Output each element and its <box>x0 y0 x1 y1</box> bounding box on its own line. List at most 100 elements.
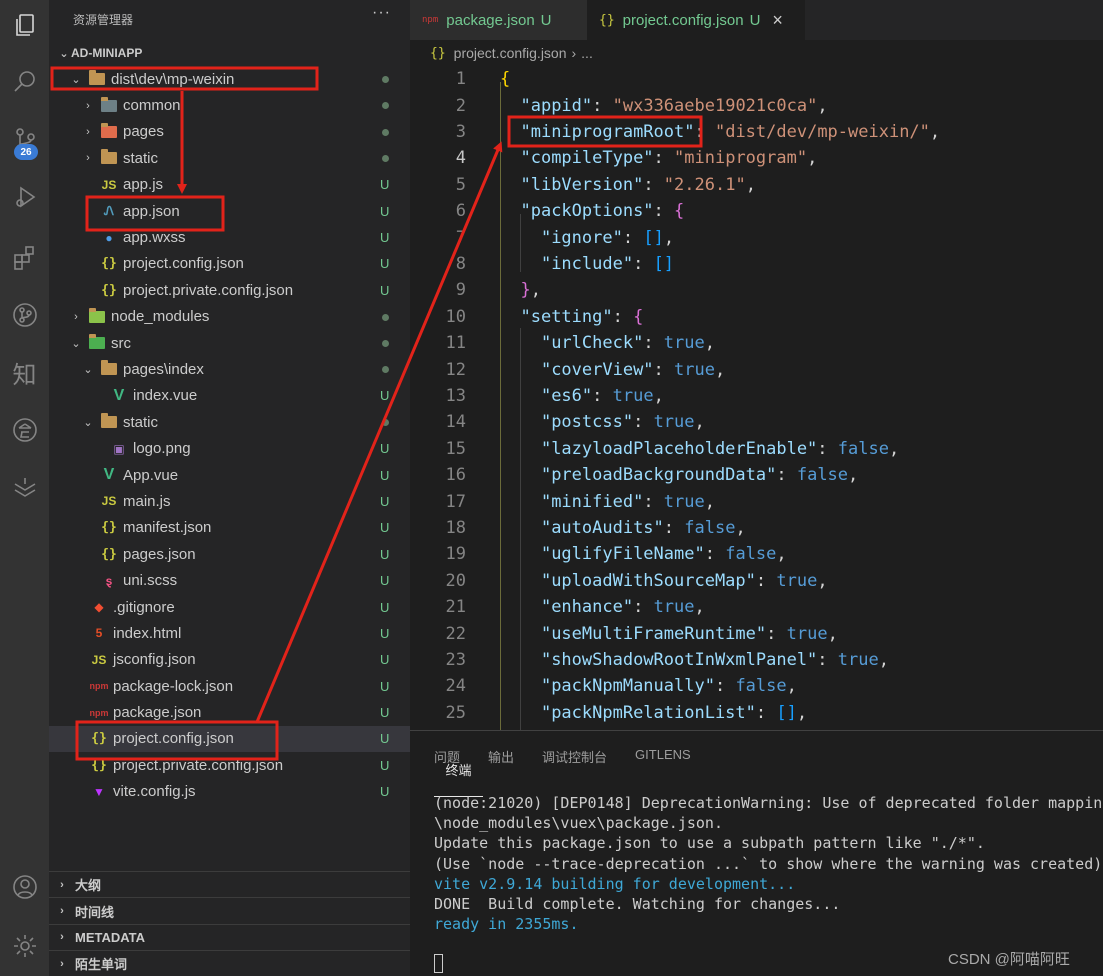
folder-node-icon <box>87 307 107 325</box>
tab-project-config-json[interactable]: {} project.config.json U × <box>587 0 805 40</box>
tree-item-static[interactable]: › static <box>49 145 410 171</box>
code-line[interactable]: 3 "miniprogramRoot": "dist/dev/mp-weixin… <box>410 119 1103 145</box>
code-line[interactable]: 1{ <box>410 66 1103 92</box>
code-line[interactable]: 25 "packNpmRelationList": [], <box>410 700 1103 726</box>
tab-package-json[interactable]: npm package.json U <box>410 0 587 40</box>
code-token: : <box>643 491 664 512</box>
close-icon[interactable]: × <box>772 10 783 31</box>
code-line[interactable]: 20 "uploadWithSourceMap": true, <box>410 568 1103 594</box>
tree-item-app-json[interactable]: Ꮑapp.json U <box>49 198 410 224</box>
panel-unfamiliar-words[interactable]: › 陌生单词 <box>49 950 410 976</box>
tree-item-src[interactable]: ⌄ src <box>49 330 410 356</box>
code-token: "setting" <box>520 306 613 327</box>
panel-tab[interactable]: 输出 <box>488 747 514 770</box>
code-text: "ignore": [], <box>500 228 674 248</box>
tree-item-gitignore[interactable]: ◆ .gitignore U <box>49 594 410 620</box>
panel-tab[interactable]: 调试控制台 <box>542 747 607 770</box>
tree-item-app-js[interactable]: JS app.js U <box>49 172 410 198</box>
code-token: true <box>837 649 879 670</box>
tree-item-static-src[interactable]: ⌄ static <box>49 409 410 435</box>
zhi-icon[interactable]: 知 <box>0 347 49 397</box>
code-line[interactable]: 2 "appid": "wx336aebe19021c0ca", <box>410 92 1103 118</box>
code-line[interactable]: 12 "coverView": true, <box>410 356 1103 382</box>
code-line[interactable]: 5 "libVersion": "2.26.1", <box>410 172 1103 198</box>
tree-item-manifest-json[interactable]: {} manifest.json U <box>49 515 410 541</box>
extensions-icon[interactable] <box>0 232 49 282</box>
code-line[interactable]: 15 "lazyloadPlaceholderEnable": false, <box>410 436 1103 462</box>
code-token: : <box>633 412 654 433</box>
line-number: 12 <box>445 359 466 380</box>
code-text: { <box>500 69 510 89</box>
tree-item-project-private-config-json[interactable]: {} project.private.config.json U <box>49 277 410 303</box>
tree-item-index-html[interactable]: 5 index.html U <box>49 620 410 646</box>
tree-item-project-config-json[interactable]: {} project.config.json U <box>49 251 410 277</box>
code-text: "preloadBackgroundData": false, <box>500 465 858 485</box>
code-line[interactable]: 8 "include": [] <box>410 251 1103 277</box>
tree-item-pages[interactable]: › pages <box>49 119 410 145</box>
code-line[interactable]: 4 "compileType": "miniprogram", <box>410 145 1103 171</box>
tree-item-project-private-config-json-root[interactable]: {} project.private.config.json U <box>49 752 410 778</box>
tree-item-package-json[interactable]: npm package.json U <box>49 699 410 725</box>
tree-item-index-vue[interactable]: Vindex.vue U <box>49 383 410 409</box>
hui-icon[interactable] <box>0 405 49 455</box>
tree-item-common[interactable]: › common <box>49 92 410 118</box>
code-line[interactable]: 16 "preloadBackgroundData": false, <box>410 462 1103 488</box>
tree-item-project-config-json-root[interactable]: {} project.config.json U <box>49 725 410 753</box>
tree-item-main-js[interactable]: JS main.js U <box>49 488 410 514</box>
terminal-line: DONE Build complete. Watching for change… <box>434 895 841 914</box>
search-icon[interactable] <box>0 57 49 107</box>
tree-item-package-lock-json[interactable]: npm package-lock.json U <box>49 673 410 699</box>
code-line[interactable]: 23 "showShadowRootInWxmlPanel": true, <box>410 647 1103 673</box>
breadcrumb-more[interactable]: ... <box>581 45 593 61</box>
explorer-icon[interactable] <box>0 0 49 50</box>
layers-icon[interactable] <box>0 462 49 512</box>
terminal-output[interactable]: (node:21020) [DEP0148] DeprecationWarnin… <box>434 793 1103 934</box>
workspace-root[interactable]: ⌄ AD-MINIAPP <box>49 44 142 62</box>
code-text: "include": [] <box>500 254 674 274</box>
code-token: , <box>735 517 746 538</box>
tree-item-logo-png[interactable]: ▣ logo.png U <box>49 435 410 461</box>
panel-timeline[interactable]: › 时间线 <box>49 897 410 923</box>
code-editor[interactable]: 1{2 "appid": "wx336aebe19021c0ca", 3 "min… <box>410 66 1103 730</box>
line-number: 1 <box>455 69 466 90</box>
line-number: 3 <box>455 121 466 142</box>
panel-outline[interactable]: › 大纲 <box>49 871 410 897</box>
code-line[interactable]: 9 }, <box>410 277 1103 303</box>
tree-item-node-modules[interactable]: › node_modules <box>49 304 410 330</box>
line-number: 17 <box>445 491 466 512</box>
tree-item-dist-mp-weixin[interactable]: ⌄ dist\dev\mp-weixin <box>49 66 410 92</box>
code-line[interactable]: 24 "packNpmManually": false, <box>410 673 1103 699</box>
tree-item-jsconfig-json[interactable]: JS jsconfig.json U <box>49 647 410 673</box>
code-line[interactable]: 22 "useMultiFrameRuntime": true, <box>410 620 1103 646</box>
settings-gear-icon[interactable] <box>0 921 49 971</box>
run-debug-icon[interactable] <box>0 172 49 222</box>
code-line[interactable]: 19 "uglifyFileName": false, <box>410 541 1103 567</box>
code-line[interactable]: 11 "urlCheck": true, <box>410 330 1103 356</box>
tree-item-app-vue[interactable]: V App.vue U <box>49 462 410 488</box>
code-token: , <box>827 623 838 644</box>
code-text: "lazyloadPlaceholderEnable": false, <box>500 439 899 459</box>
code-line[interactable]: 10 "setting": { <box>410 304 1103 330</box>
code-line[interactable]: 17 "minified": true, <box>410 488 1103 514</box>
git-graph-icon[interactable] <box>0 290 49 340</box>
code-line[interactable]: 18 "autoAudits": false, <box>410 515 1103 541</box>
tree-item-pages-index[interactable]: ⌄ pages\index <box>49 356 410 382</box>
code-line[interactable]: 6 "packOptions": { <box>410 198 1103 224</box>
code-line[interactable]: 7 "ignore": [], <box>410 224 1103 250</box>
code-text: "postcss": true, <box>500 412 705 432</box>
tree-item-uni-scss[interactable]: ȿ uni.scss U <box>49 567 410 593</box>
panel-metadata[interactable]: › METADATA <box>49 923 410 950</box>
breadcrumb-file[interactable]: project.config.json <box>454 45 567 61</box>
code-line[interactable]: 21 "enhance": true, <box>410 594 1103 620</box>
panel-tab[interactable]: GITLENS <box>635 747 691 770</box>
tree-item-pages-json[interactable]: {} pages.json U <box>49 541 410 567</box>
panel-tab[interactable]: 终端 <box>434 747 483 797</box>
code-token: : <box>653 148 675 169</box>
code-line[interactable]: 14 "postcss": true, <box>410 409 1103 435</box>
tree-item-vite-config-js[interactable]: ▼ vite.config.js U <box>49 779 410 805</box>
account-icon[interactable] <box>0 862 49 912</box>
more-actions-icon[interactable]: ··· <box>372 4 391 22</box>
tree-item-app-wxss[interactable]: ● app.wxss U <box>49 224 410 250</box>
code-line[interactable]: 13 "es6": true, <box>410 383 1103 409</box>
